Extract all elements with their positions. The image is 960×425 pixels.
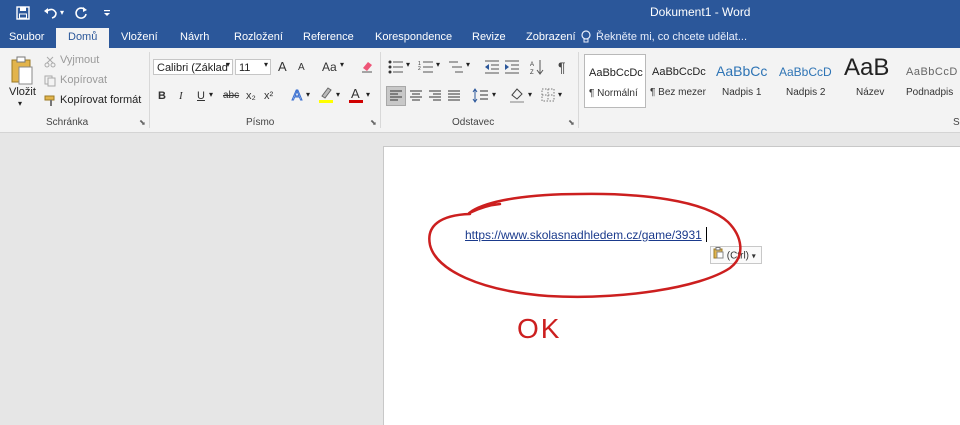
annotation-circle [428, 192, 742, 299]
red-annotation: OK [428, 192, 742, 344]
annotation-ok-text: OK [517, 313, 561, 344]
